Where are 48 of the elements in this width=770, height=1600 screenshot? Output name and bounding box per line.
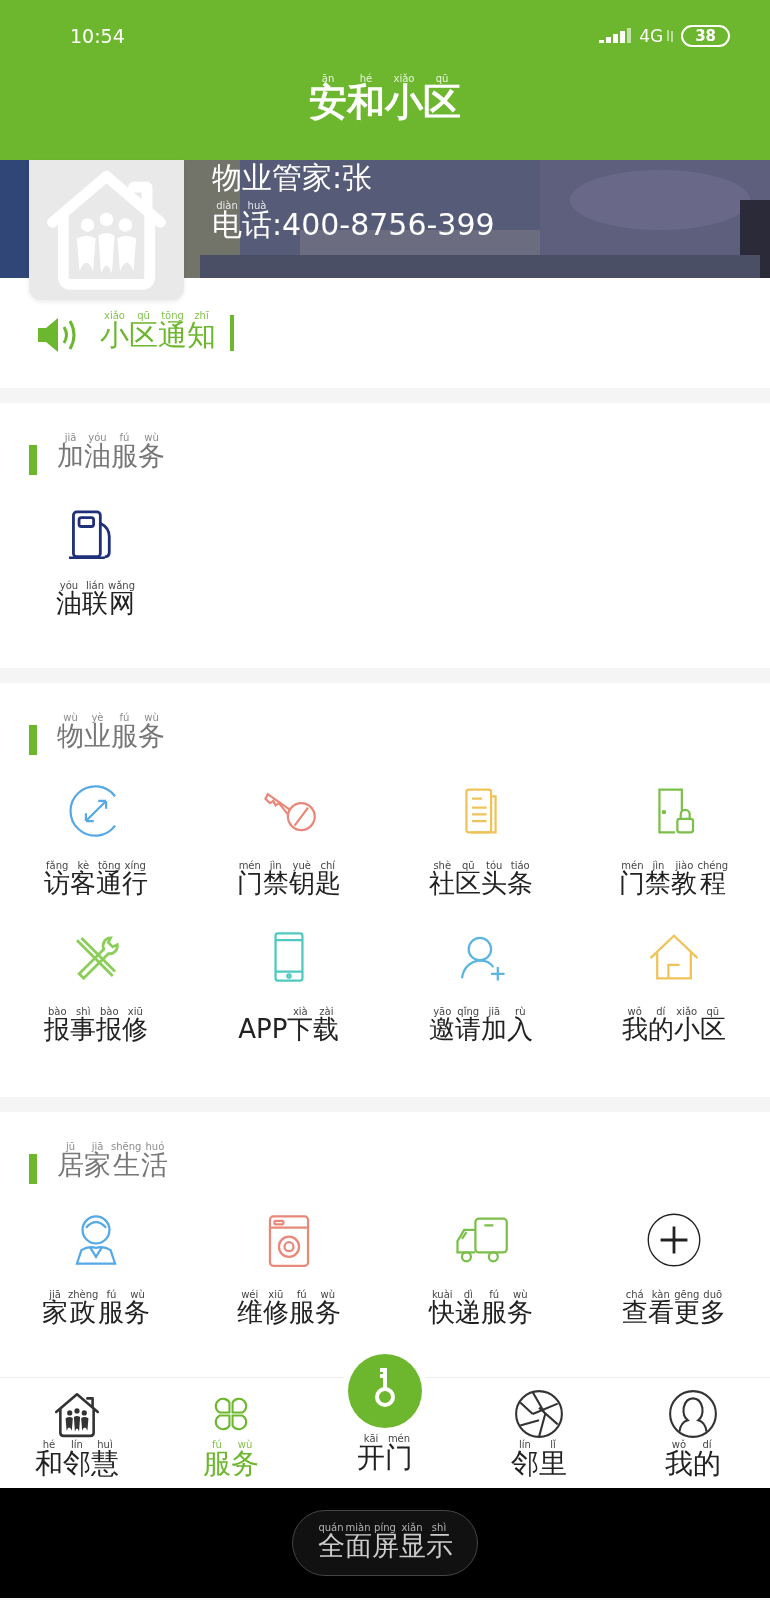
fuel-pump-icon xyxy=(67,510,111,559)
section-marker xyxy=(29,725,37,755)
add-person-icon xyxy=(461,936,506,982)
service-item[interactable]: 家 jiā 政 zhèng 服 fú 务 wù xyxy=(0,1212,193,1330)
service-item[interactable]: 维 wéi 修 xiū 服 fú 务 wù xyxy=(192,1212,385,1330)
network-type: 4G xyxy=(639,26,664,46)
tools-icon xyxy=(75,936,120,980)
nav-tab[interactable]: 和 hé 邻 lín 慧 huì xyxy=(0,1378,154,1488)
person-icon xyxy=(76,1215,117,1265)
service-item[interactable]: 报 bào 事 shì 报 bào 修 xiū xyxy=(0,929,193,1047)
service-item[interactable]: 社 shè 区 qū 头 tóu 条 tiáo xyxy=(385,783,578,901)
section-title: 加 jiā 油 yóu 服 fú 务 wù xyxy=(57,432,165,473)
plus-icon xyxy=(647,1213,701,1267)
washing-machine-icon xyxy=(268,1215,309,1267)
title-marker xyxy=(230,315,234,351)
section-marker xyxy=(29,1154,37,1184)
service-item[interactable]: 邀 yāo 请 qǐng 加 jiā 入 rù xyxy=(385,929,578,1047)
service-item[interactable]: 油 yóu 联 lián 网 wǎng xyxy=(0,503,193,621)
key-icon xyxy=(348,1354,422,1428)
nav-tab[interactable]: 邻 lín 里 lǐ xyxy=(462,1378,616,1488)
service-item[interactable]: 访 fǎng 客 kè 通 tōng 行 xíng xyxy=(0,783,193,901)
section-marker xyxy=(29,445,37,475)
battery-level: 38 xyxy=(681,25,730,47)
service-item[interactable]: 快 kuài 递 dì 服 fú 务 wù xyxy=(385,1212,578,1330)
fullscreen-button[interactable]: 全 quán 面 miàn 屏 píng 显 xiǎn 示 shì xyxy=(292,1510,478,1576)
user-icon xyxy=(669,1390,717,1438)
manager-name: 物业管家:张 xyxy=(212,159,374,197)
house-family-icon xyxy=(54,1392,100,1438)
truck-icon xyxy=(456,1217,509,1263)
service-item[interactable]: 门 mén 禁 jìn 教 jiào 程 chéng xyxy=(577,783,770,901)
phone-icon xyxy=(274,932,304,982)
service-item[interactable]: 我 wǒ 的 dí 小 xiǎo 区 qū xyxy=(577,929,770,1047)
aperture-icon xyxy=(515,1390,563,1438)
service-item[interactable]: APP下 xià 载 zài xyxy=(192,929,385,1047)
home-icon xyxy=(649,934,699,980)
document-icon xyxy=(465,788,497,834)
service-item[interactable]: 查 chá 看 kàn 更 gēng 多 duō xyxy=(577,1212,770,1330)
section-title: 居 jū 家 jiā 生 shēng 活 huó xyxy=(57,1141,169,1182)
nav-tab[interactable]: 我 wǒ 的 dí xyxy=(616,1378,770,1488)
key-icon xyxy=(263,792,316,832)
clock-time: 10:54 xyxy=(70,25,126,47)
section-title: 物 wù 业 yè 服 fú 务 wù xyxy=(57,712,165,753)
arrows-icon xyxy=(69,785,117,837)
door-lock-icon xyxy=(658,788,694,834)
data-arrows-icon xyxy=(665,29,676,43)
clover-icon xyxy=(214,1397,248,1431)
open-door-button[interactable]: 开 kāi 门 mén xyxy=(308,1348,462,1488)
service-item[interactable]: 门 mén 禁 jìn 钥 yuè 匙 chí xyxy=(192,783,385,901)
